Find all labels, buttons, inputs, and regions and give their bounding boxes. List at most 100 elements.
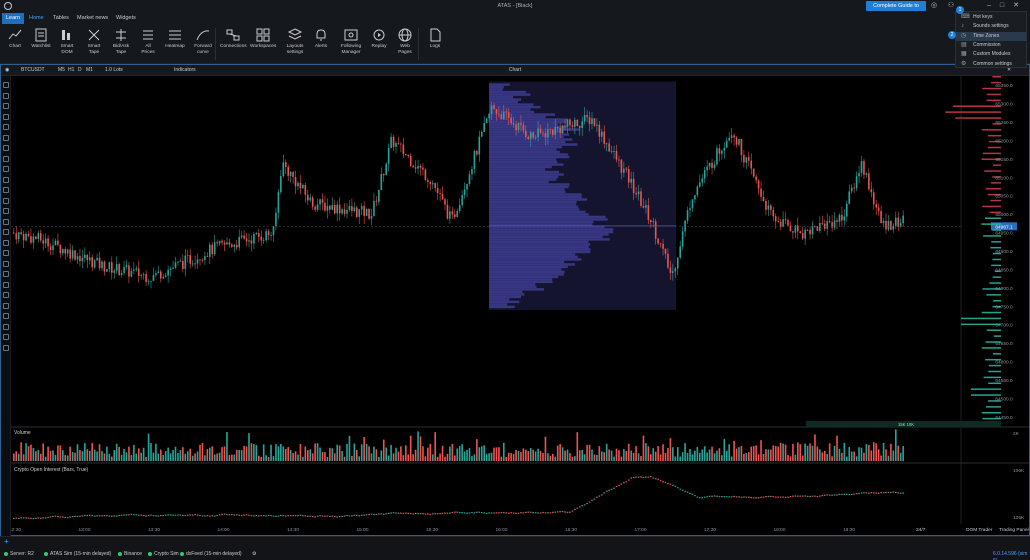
tab-market-news[interactable]: Market news: [73, 13, 112, 24]
volume-bar: [182, 447, 184, 461]
profile-bar: [489, 198, 587, 201]
ribbon-workspaces-button[interactable]: Workspaces: [250, 26, 276, 62]
conn-binance[interactable]: Binance: [118, 551, 142, 558]
drawing-tool-icon[interactable]: [3, 313, 9, 319]
drawing-tool-icon[interactable]: [3, 240, 9, 246]
oi-bar: [900, 493, 902, 494]
candle-body: [243, 236, 245, 239]
profile-bar: [489, 186, 569, 189]
oi-bar: [172, 515, 174, 516]
drawing-tool-icon[interactable]: [3, 156, 9, 162]
drawing-tool-icon[interactable]: [3, 145, 9, 151]
user-icon[interactable]: ⚇: [947, 2, 955, 10]
tab-widgets[interactable]: Widgets: [112, 13, 140, 24]
ribbon-heatmap-button[interactable]: Heatmap: [162, 26, 188, 62]
drawing-tool-icon[interactable]: [3, 82, 9, 88]
drawing-tool-icon[interactable]: [3, 261, 9, 267]
ribbon-watchlist-button[interactable]: Watchlist: [28, 26, 54, 62]
volume-bar: [165, 451, 167, 461]
menu-item-hot-keys[interactable]: ⌨ Hot keys: [956, 13, 1026, 22]
drawing-tool-icon[interactable]: [3, 219, 9, 225]
ribbon-layouts-button[interactable]: Layouts settings: [282, 26, 308, 62]
complete-guide-button[interactable]: Complete Guide to ATAS: [866, 1, 926, 11]
drawing-tool-icon[interactable]: [3, 271, 9, 277]
drawing-tool-icon[interactable]: [3, 124, 9, 130]
drawing-tool-icon[interactable]: [3, 229, 9, 235]
drawing-tool-icon[interactable]: [3, 282, 9, 288]
ribbon-tape-button[interactable]: Smart Tape: [81, 26, 107, 62]
drawing-tool-icon[interactable]: [3, 345, 9, 351]
drawing-tool-icon[interactable]: [3, 198, 9, 204]
profile-bar: [489, 271, 565, 274]
menu-item-sounds-settings[interactable]: ♪ Sounds settings: [956, 22, 1026, 31]
close-icon[interactable]: ✕: [1012, 2, 1020, 10]
drawing-tool-icon[interactable]: [3, 135, 9, 141]
volume-bar: [447, 454, 449, 461]
conn-atas-sim[interactable]: ATAS Sim (15-min delayed): [44, 551, 111, 558]
ribbon-logs-button[interactable]: Logs: [422, 26, 448, 62]
conn-dxfeed[interactable]: dxFeed (15-min delayed): [180, 551, 242, 558]
volume-bar: [782, 444, 784, 461]
menu-item-time-zones[interactable]: ◷ Time Zones: [956, 32, 1026, 41]
ribbon-prices-button[interactable]: All Prices: [135, 26, 161, 62]
ribbon-bell-button[interactable]: Alerts: [308, 26, 334, 62]
oi-bar: [559, 511, 561, 512]
drawing-tool-icon[interactable]: [3, 250, 9, 256]
settings-gear-icon[interactable]: ⚙: [252, 551, 256, 558]
oi-bar: [476, 512, 478, 513]
oi-bar: [814, 496, 816, 497]
ribbon-following-button[interactable]: Following Manager: [338, 26, 364, 62]
chart-canvas[interactable]: 64967.165350.065300.065250.065200.065150…: [11, 76, 1029, 536]
drawing-tool-icon[interactable]: [3, 114, 9, 120]
add-chart-icon[interactable]: +: [4, 538, 9, 545]
tab-learn[interactable]: Learn: [2, 13, 24, 24]
camera-icon[interactable]: ◎: [930, 2, 938, 10]
drawing-tool-icon[interactable]: [3, 208, 9, 214]
dom-volume-bar: [991, 241, 1001, 243]
drawing-tool-icon[interactable]: [3, 292, 9, 298]
tab-home[interactable]: Home: [25, 13, 48, 24]
candle-body: [309, 198, 311, 201]
volume-bar: [398, 452, 400, 461]
candle-body: [643, 206, 645, 208]
profile-bar: [489, 101, 518, 104]
menu-item-custom-modules[interactable]: ▦ Custom Modules: [956, 50, 1026, 59]
ribbon-globe-button[interactable]: Web Pages: [392, 26, 418, 62]
time-tick-label: 15:00: [356, 527, 368, 533]
drawing-tool-icon[interactable]: [3, 103, 9, 109]
ribbon-chart-button[interactable]: Chart: [2, 26, 28, 62]
drawing-tool-icon[interactable]: [3, 166, 9, 172]
volume-bar: [721, 455, 723, 461]
volume-bar: [366, 444, 368, 461]
candle-body: [623, 169, 625, 173]
minimize-icon[interactable]: –: [985, 2, 993, 10]
oi-bar: [449, 513, 451, 514]
connections-icon: [225, 27, 241, 43]
ribbon-replay-button[interactable]: Replay: [366, 26, 392, 62]
volume-bar: [28, 446, 30, 461]
menu-item-common-settings[interactable]: ⚙ Common settings: [956, 60, 1026, 69]
tab-tables[interactable]: Tables: [49, 13, 73, 24]
candle-body: [687, 210, 689, 221]
oi-bar: [547, 512, 549, 513]
ribbon-dom-button[interactable]: Smart DOM: [54, 26, 80, 62]
drawing-tool-icon[interactable]: [3, 187, 9, 193]
ribbon-bidask-button[interactable]: Bid/Ask Tape: [108, 26, 134, 62]
volume-bar: [290, 450, 292, 461]
candle-body: [897, 218, 899, 227]
ribbon-connections-button[interactable]: Connections: [220, 26, 246, 62]
drawing-tool-icon[interactable]: [3, 303, 9, 309]
conn-crypto-sim[interactable]: Crypto Sim: [148, 551, 179, 558]
drawing-tool-icon[interactable]: [3, 324, 9, 330]
oi-bar: [324, 516, 326, 517]
oi-bar: [733, 496, 735, 497]
menu-item-commission[interactable]: ▤ Commission: [956, 41, 1026, 50]
drawing-tool-icon[interactable]: [3, 334, 9, 340]
volume-bar: [57, 445, 59, 461]
ribbon-curve-button[interactable]: Forward curve: [190, 26, 216, 62]
maximize-icon[interactable]: □: [998, 2, 1006, 10]
drawing-tool-icon[interactable]: [3, 177, 9, 183]
drawing-tool-icon[interactable]: [3, 93, 9, 99]
oi-bar: [79, 516, 81, 517]
oi-bar: [579, 506, 581, 507]
